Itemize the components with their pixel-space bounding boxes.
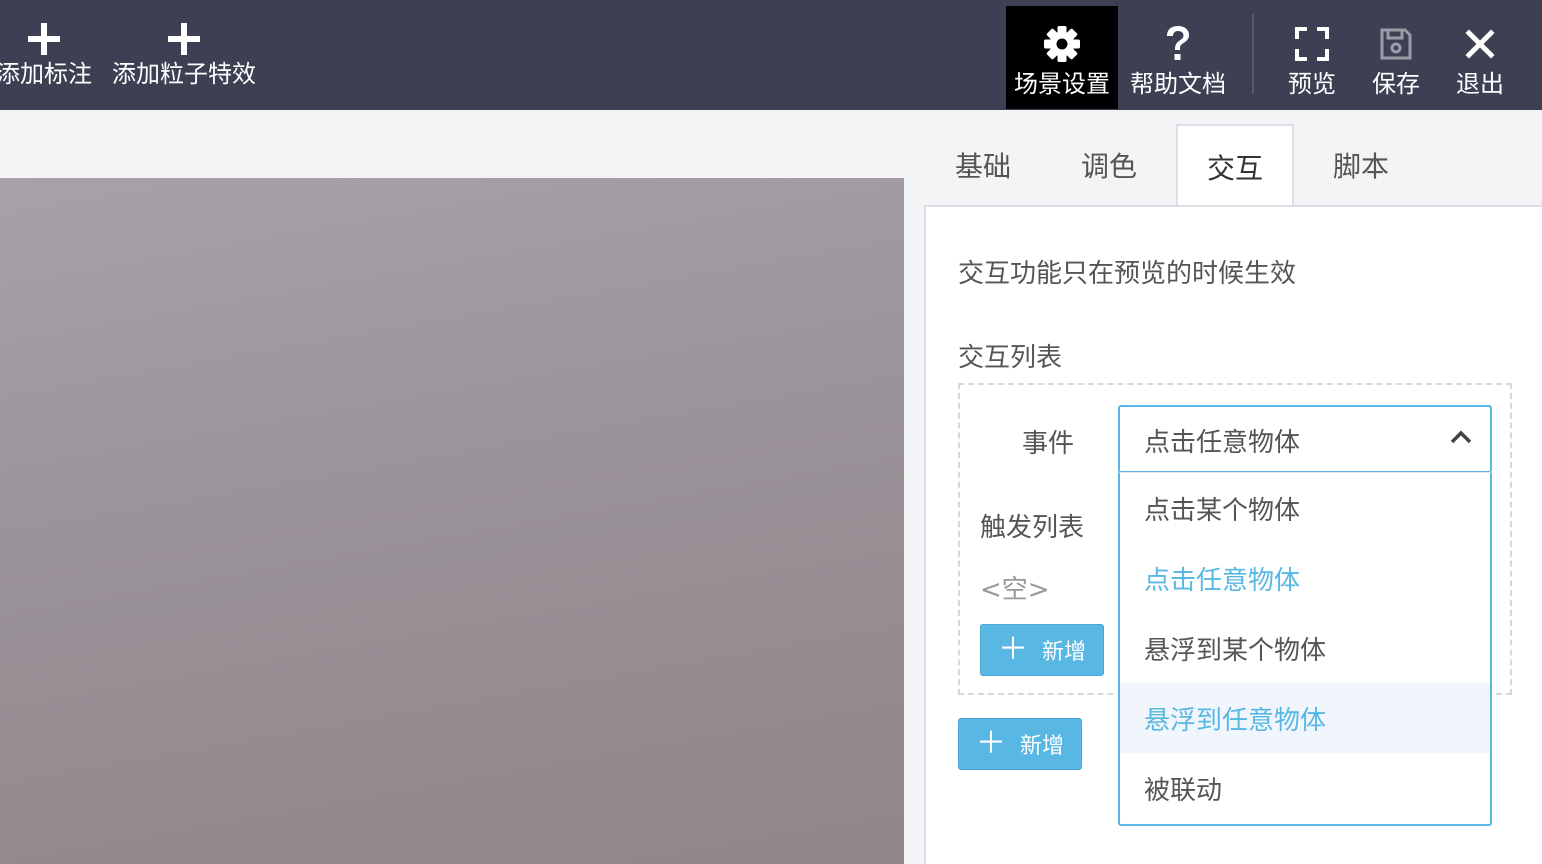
add-trigger-label: 新增	[1041, 640, 1086, 665]
plus-icon	[27, 18, 61, 60]
close-icon	[1465, 22, 1495, 66]
chevron-up-icon	[1450, 429, 1472, 448]
add-interaction-button[interactable]: ＋ 新增	[958, 718, 1082, 770]
top-toolbar: 添加标注 添加粒子特效 场景设置 帮助文档 预览 保存 退出	[0, 0, 1542, 110]
exit-label: 退出	[1456, 70, 1504, 98]
add-trigger-button[interactable]: ＋ 新增	[980, 624, 1104, 676]
tab-basic[interactable]: 基础	[924, 124, 1042, 206]
settings-tabs: 基础 调色 交互 脚本	[924, 124, 1542, 208]
dropdown-option-hovered[interactable]: 悬浮到任意物体	[1120, 683, 1490, 753]
toolbar-divider	[1252, 14, 1254, 94]
scene-viewport[interactable]	[0, 178, 904, 864]
plus-icon: ＋	[975, 726, 1006, 761]
dropdown-option-selected[interactable]: 点击任意物体	[1120, 543, 1490, 613]
tab-script[interactable]: 脚本	[1302, 124, 1420, 206]
save-label: 保存	[1372, 70, 1420, 98]
exit-button[interactable]: 退出	[1440, 0, 1520, 110]
add-particle-button[interactable]: 添加粒子特效	[110, 0, 258, 110]
event-label: 事件	[1022, 429, 1075, 459]
preview-label: 预览	[1288, 70, 1336, 98]
dropdown-option[interactable]: 被联动	[1120, 753, 1490, 823]
event-select-value: 点击任意物体	[1144, 428, 1301, 458]
help-docs-label: 帮助文档	[1130, 70, 1226, 98]
interaction-panel: 交互功能只在预览的时候生效 交互列表 事件 触发列表 <空> ＋ 新增 ＋ 新增…	[924, 205, 1542, 864]
floppy-disk-icon	[1379, 22, 1413, 66]
scene-settings-button[interactable]: 场景设置	[1006, 6, 1118, 109]
interaction-note: 交互功能只在预览的时候生效	[958, 259, 1297, 289]
preview-button[interactable]: 预览	[1272, 0, 1352, 110]
dropdown-option[interactable]: 点击某个物体	[1120, 473, 1490, 543]
add-annotation-label: 添加标注	[0, 60, 92, 88]
event-select[interactable]: 点击任意物体	[1118, 405, 1492, 473]
question-icon	[1163, 22, 1193, 66]
plus-icon	[167, 18, 201, 60]
tab-interaction[interactable]: 交互	[1176, 124, 1294, 208]
gear-icon	[1043, 22, 1081, 66]
add-particle-label: 添加粒子特效	[112, 60, 256, 88]
plus-icon: ＋	[997, 632, 1028, 667]
interaction-list-title: 交互列表	[958, 343, 1063, 373]
fullscreen-icon	[1295, 22, 1329, 66]
scene-settings-label: 场景设置	[1014, 70, 1110, 98]
save-button[interactable]: 保存	[1356, 0, 1436, 110]
dropdown-option[interactable]: 悬浮到某个物体	[1120, 613, 1490, 683]
tab-color[interactable]: 调色	[1050, 124, 1168, 206]
event-dropdown: 点击某个物体 点击任意物体 悬浮到某个物体 悬浮到任意物体 被联动	[1118, 472, 1492, 826]
add-annotation-button[interactable]: 添加标注	[0, 0, 94, 110]
trigger-list-empty: <空>	[980, 575, 1050, 605]
help-docs-button[interactable]: 帮助文档	[1124, 0, 1232, 110]
trigger-list-label: 触发列表	[980, 513, 1085, 543]
add-interaction-label: 新增	[1019, 734, 1064, 759]
